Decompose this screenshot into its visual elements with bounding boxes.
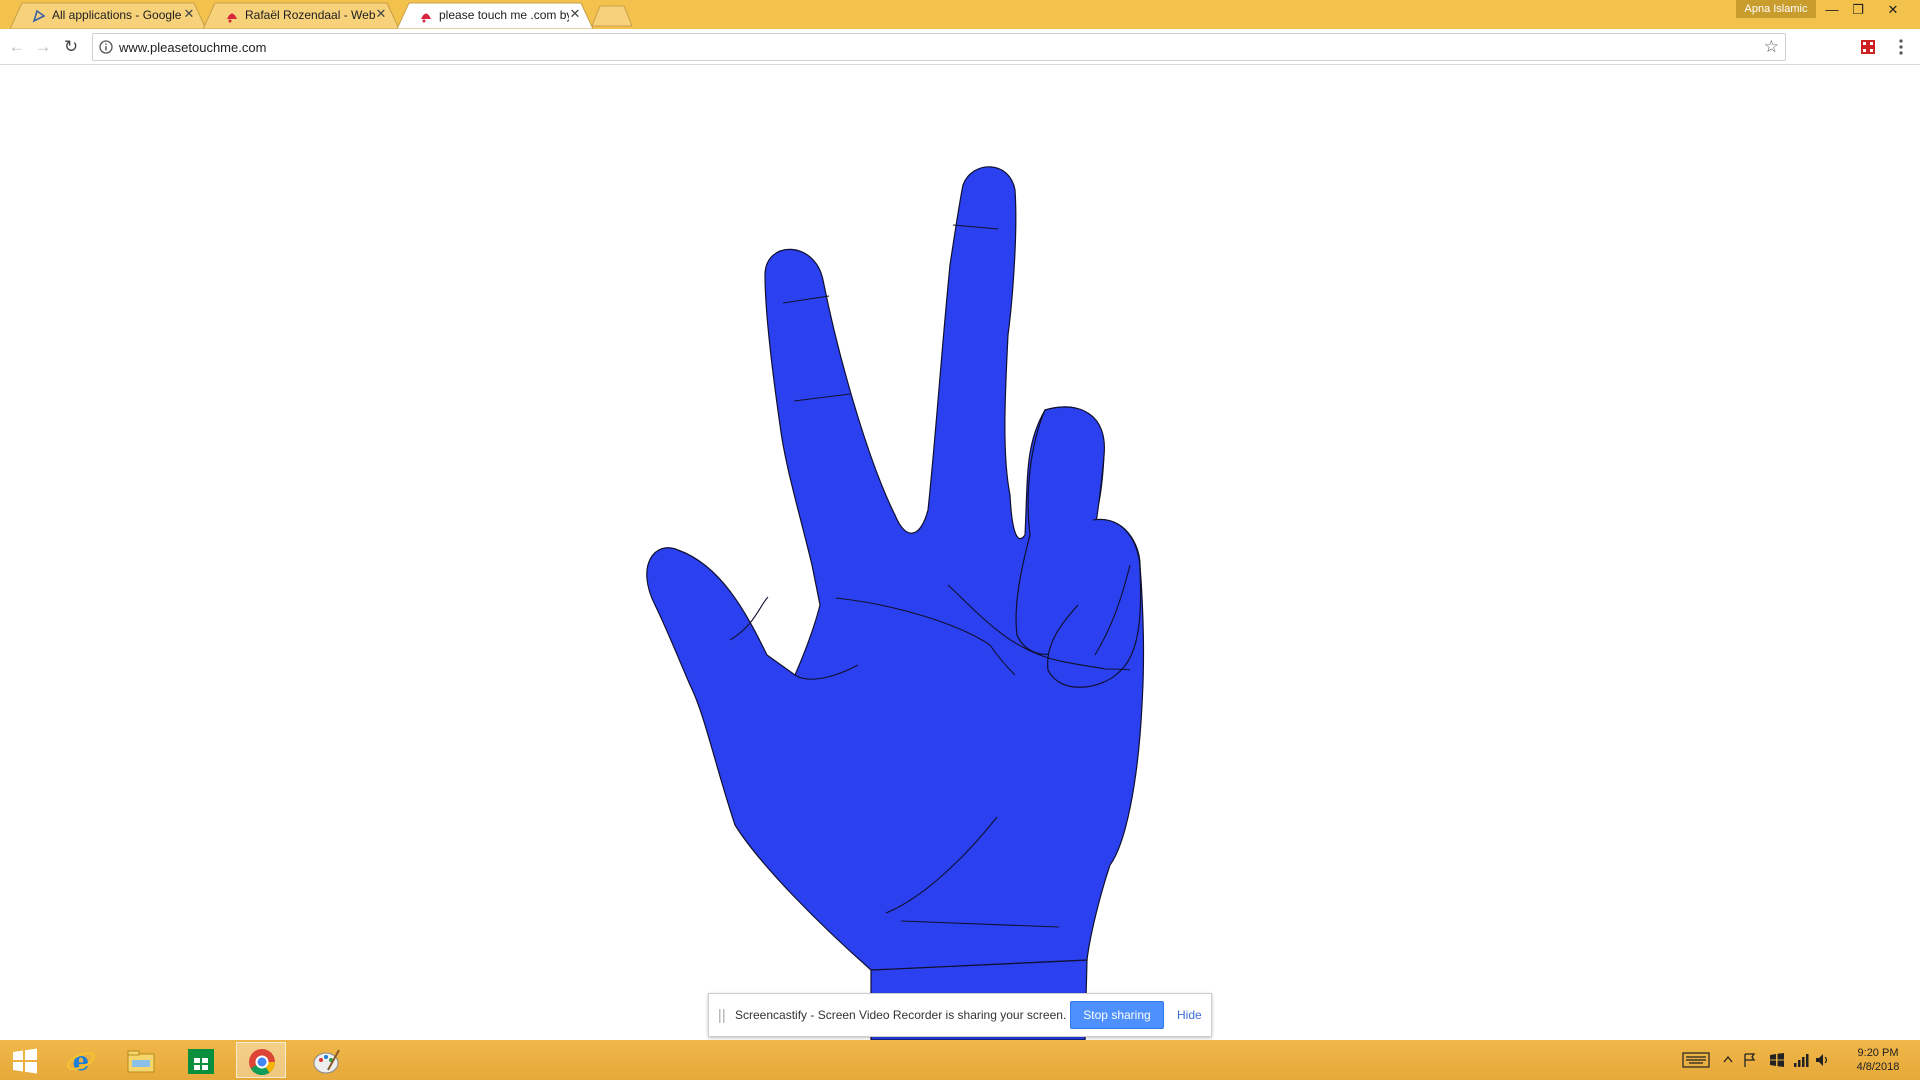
kebab-menu-icon[interactable]	[1893, 36, 1909, 58]
tab-please-touch-me[interactable]: please touch me .com by ✕	[397, 2, 593, 29]
windows-taskbar: e 9:20 PM 4/8/2018	[0, 1040, 1920, 1080]
hide-link[interactable]: Hide	[1177, 1008, 1202, 1022]
tab-title: Rafaël Rozendaal - Webs	[245, 8, 375, 22]
volume-icon[interactable]	[1815, 1050, 1831, 1070]
tab-rafael-rozendaal[interactable]: Rafaël Rozendaal - Webs ✕	[203, 2, 399, 29]
flag-icon[interactable]	[1743, 1050, 1757, 1070]
rafael-rozendaal-icon	[227, 13, 237, 23]
close-icon[interactable]: ✕	[182, 7, 196, 21]
paint-icon	[313, 1049, 340, 1074]
profile-name[interactable]: Apna Islamic	[1736, 0, 1816, 18]
screen-share-notification: Screencastify - Screen Video Recorder is…	[708, 993, 1212, 1037]
stop-sharing-button[interactable]: Stop sharing	[1070, 1001, 1164, 1029]
google-drive-like-icon	[32, 9, 46, 23]
chrome-icon	[249, 1049, 275, 1076]
browser-toolbar: ← → ↻ www.pleasetouchme.com ☆	[0, 29, 1920, 65]
tab-all-applications[interactable]: All applications - Google ✕	[10, 2, 206, 29]
taskbar-paint[interactable]	[302, 1042, 352, 1078]
clock-date: 4/8/2018	[1856, 1061, 1900, 1073]
browser-titlebar: All applications - Google ✕ Rafaël Rozen…	[0, 0, 1920, 29]
keyboard-icon[interactable]	[1682, 1050, 1710, 1070]
forward-arrow-icon[interactable]: →	[32, 36, 54, 58]
chevron-up-icon[interactable]	[1722, 1050, 1734, 1070]
close-icon[interactable]: ✕	[568, 7, 582, 21]
rafael-rozendaal-icon	[421, 13, 431, 23]
signal-icon[interactable]	[1793, 1050, 1809, 1070]
drag-handle-icon[interactable]	[719, 1009, 725, 1023]
svg-text:e: e	[73, 1047, 90, 1076]
address-bar[interactable]: www.pleasetouchme.com ☆	[92, 33, 1786, 61]
windows-logo-icon[interactable]	[1769, 1050, 1785, 1070]
info-icon[interactable]	[99, 40, 113, 54]
taskbar-store[interactable]	[176, 1042, 226, 1078]
share-message: Screencastify - Screen Video Recorder is…	[735, 1008, 1067, 1022]
start-button[interactable]	[0, 1042, 50, 1078]
taskbar-file-explorer[interactable]	[116, 1042, 166, 1078]
new-tab-button[interactable]	[592, 5, 632, 27]
minimize-icon[interactable]: —	[1819, 0, 1845, 20]
close-icon[interactable]: ✕	[374, 7, 388, 21]
internet-explorer-icon: e	[67, 1047, 95, 1076]
tab-title: please touch me .com by	[439, 8, 569, 22]
url-text[interactable]: www.pleasetouchme.com	[119, 40, 266, 55]
start-icon	[13, 1048, 37, 1074]
system-clock[interactable]: 9:20 PM 4/8/2018	[1838, 1046, 1918, 1074]
reload-icon[interactable]: ↻	[60, 36, 82, 58]
restore-icon[interactable]: ❐	[1845, 0, 1871, 20]
star-icon[interactable]: ☆	[1764, 37, 1779, 57]
file-explorer-icon	[127, 1050, 155, 1073]
tab-title: All applications - Google	[52, 8, 182, 22]
close-window-icon[interactable]: ✕	[1880, 0, 1906, 20]
screencastify-icon[interactable]	[1860, 39, 1876, 55]
back-arrow-icon[interactable]: ←	[6, 36, 28, 58]
taskbar-chrome[interactable]	[236, 1042, 286, 1078]
taskbar-internet-explorer[interactable]: e	[56, 1042, 106, 1078]
store-icon	[188, 1049, 214, 1074]
page-content[interactable]	[0, 65, 1920, 1040]
peace-hand-illustration[interactable]	[0, 65, 1920, 1040]
clock-time: 9:20 PM	[1857, 1047, 1899, 1059]
